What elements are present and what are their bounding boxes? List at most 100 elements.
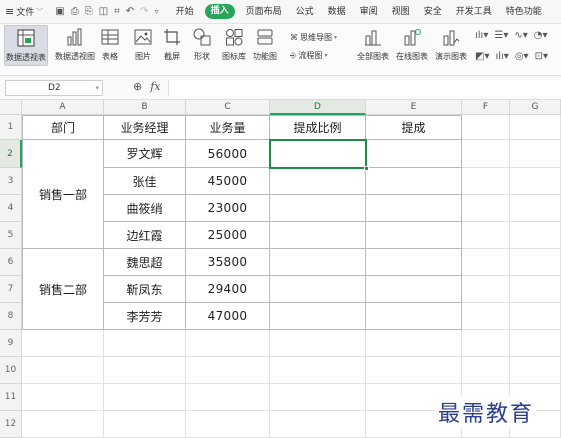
commission-cell[interactable] [366, 303, 462, 330]
volume-cell[interactable]: 25000 [186, 222, 270, 249]
chevron-down-icon[interactable]: ▾ [95, 81, 99, 95]
row-header-11[interactable]: 11 [0, 384, 22, 411]
row-header-7[interactable]: 7 [0, 276, 22, 303]
row-header-3[interactable]: 3 [0, 168, 22, 195]
name-box[interactable]: D2 ▾ [5, 80, 103, 96]
shapes-button[interactable]: 形状 [192, 27, 212, 62]
commission-cell[interactable] [366, 249, 462, 276]
radar-chart-icon[interactable]: ◎▾ [515, 51, 529, 62]
header-volume[interactable]: 业务量 [186, 115, 270, 140]
tab-review[interactable]: 审阅 [353, 0, 385, 23]
format-painter-icon[interactable]: ⌗ [114, 6, 120, 17]
commission-ratio-cell[interactable] [270, 168, 366, 195]
empty-cell[interactable] [462, 249, 510, 276]
empty-cell[interactable] [104, 411, 186, 438]
volume-cell[interactable]: 23000 [186, 195, 270, 222]
pivot-table-button[interactable]: 数据透视表 [4, 25, 48, 66]
flowchart-button[interactable]: ⎆ 流程图 ▾ [290, 50, 327, 61]
formula-input[interactable] [168, 80, 561, 96]
empty-cell[interactable] [462, 303, 510, 330]
function-chart-button[interactable]: 功能图 [253, 27, 277, 62]
empty-cell[interactable] [510, 276, 561, 303]
header-manager[interactable]: 业务经理 [104, 115, 186, 140]
commission-ratio-cell[interactable] [270, 249, 366, 276]
empty-cell[interactable] [510, 330, 561, 357]
select-all-corner[interactable] [0, 100, 22, 115]
empty-cell[interactable] [22, 357, 104, 384]
volume-cell[interactable]: 35800 [186, 249, 270, 276]
undo-icon[interactable]: ↶ [126, 6, 134, 17]
commission-cell[interactable] [366, 222, 462, 249]
row-header-8[interactable]: 8 [0, 303, 22, 330]
tab-data[interactable]: 数据 [321, 0, 353, 23]
volume-cell[interactable]: 47000 [186, 303, 270, 330]
column-chart-icon[interactable]: ılı▾ [475, 30, 488, 41]
empty-cell[interactable] [104, 357, 186, 384]
area-chart-icon[interactable]: ◩▾ [475, 51, 489, 62]
commission-ratio-cell[interactable] [270, 303, 366, 330]
commission-cell[interactable] [366, 276, 462, 303]
manager-cell[interactable]: 张佳 [104, 168, 186, 195]
file-menu[interactable]: ≡ 文件 ﹀ [0, 5, 43, 18]
redo-icon[interactable]: ↷ [140, 6, 148, 17]
customize-icon[interactable]: ▿ [155, 7, 159, 16]
tab-view[interactable]: 视图 [385, 0, 417, 23]
bar-chart-icon[interactable]: ☰▾ [494, 30, 508, 41]
empty-cell[interactable] [186, 330, 270, 357]
row-header-10[interactable]: 10 [0, 357, 22, 384]
empty-cell[interactable] [462, 357, 510, 384]
empty-cell[interactable] [462, 115, 510, 140]
row-header-6[interactable]: 6 [0, 249, 22, 276]
department-cell[interactable]: 销售二部 [22, 249, 104, 330]
zoom-icon[interactable]: ⊕ [133, 80, 142, 93]
picture-button[interactable]: 图片 [133, 27, 153, 62]
empty-cell[interactable] [22, 330, 104, 357]
empty-cell[interactable] [462, 330, 510, 357]
department-cell[interactable]: 销售一部 [22, 140, 104, 249]
pie-chart-icon[interactable]: ◔▾ [534, 30, 548, 41]
all-charts-button[interactable]: 全部图表 [357, 27, 389, 62]
empty-cell[interactable] [270, 330, 366, 357]
empty-cell[interactable] [510, 140, 561, 168]
manager-cell[interactable]: 罗文辉 [104, 140, 186, 168]
empty-cell[interactable] [270, 384, 366, 411]
column-header-a[interactable]: A [22, 100, 104, 115]
commission-cell[interactable] [366, 140, 462, 168]
empty-cell[interactable] [462, 140, 510, 168]
tab-developer[interactable]: 开发工具 [449, 0, 499, 23]
mind-map-button[interactable]: ⌘ 思维导图 ▾ [290, 32, 337, 43]
column-header-c[interactable]: C [186, 100, 270, 115]
line-chart-icon[interactable]: ∿▾ [514, 30, 527, 41]
commission-ratio-cell[interactable] [270, 195, 366, 222]
tab-home[interactable]: 开始 [169, 0, 201, 23]
row-header-12[interactable]: 12 [0, 411, 22, 438]
manager-cell[interactable]: 魏思超 [104, 249, 186, 276]
row-header-4[interactable]: 4 [0, 195, 22, 222]
commission-ratio-cell[interactable] [270, 276, 366, 303]
export-pdf-icon[interactable]: ⎙ [71, 6, 79, 17]
row-header-1[interactable]: 1 [0, 115, 22, 140]
empty-cell[interactable] [270, 357, 366, 384]
header-commission[interactable]: 提成 [366, 115, 462, 140]
online-charts-button[interactable]: 在线图表 [396, 27, 428, 62]
fx-icon[interactable]: fx [150, 80, 160, 93]
tab-security[interactable]: 安全 [417, 0, 449, 23]
row-header-5[interactable]: 5 [0, 222, 22, 249]
tab-special-features[interactable]: 特色功能 [499, 0, 549, 23]
tab-page-layout[interactable]: 页面布局 [239, 0, 289, 23]
save-icon[interactable]: ▣ [55, 6, 64, 17]
scatter-chart-icon[interactable]: ⊡▾ [535, 51, 548, 62]
commission-ratio-cell[interactable] [270, 140, 366, 168]
print-preview-icon[interactable]: ◫ [99, 6, 108, 17]
column-header-g[interactable]: G [510, 100, 561, 115]
empty-cell[interactable] [366, 357, 462, 384]
column-header-b[interactable]: B [104, 100, 186, 115]
commission-cell[interactable] [366, 195, 462, 222]
empty-cell[interactable] [104, 330, 186, 357]
manager-cell[interactable]: 边红霞 [104, 222, 186, 249]
empty-cell[interactable] [270, 411, 366, 438]
demo-charts-button[interactable]: 演示图表 [435, 27, 467, 62]
manager-cell[interactable]: 李芳芳 [104, 303, 186, 330]
empty-cell[interactable] [510, 168, 561, 195]
empty-cell[interactable] [186, 357, 270, 384]
